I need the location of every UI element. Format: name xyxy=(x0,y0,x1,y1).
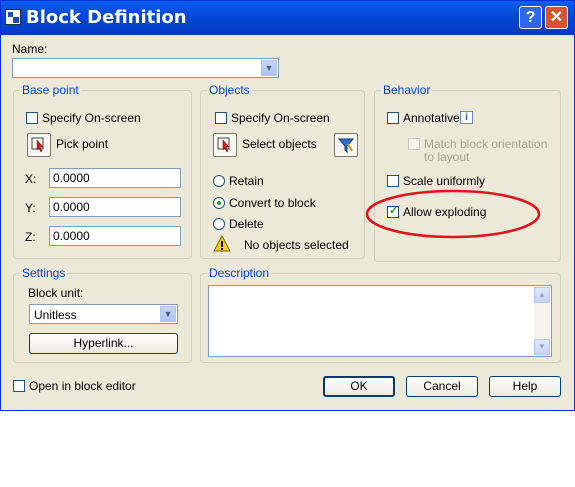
description-title: Description xyxy=(207,266,272,280)
base-specify-onscreen-label: Specify On-screen xyxy=(42,111,141,125)
warning-icon xyxy=(213,235,231,252)
pick-point-button[interactable] xyxy=(27,133,51,157)
chevron-down-icon[interactable]: ▼ xyxy=(160,306,176,322)
objects-status-text: No objects selected xyxy=(244,238,349,252)
info-icon[interactable]: i xyxy=(460,111,473,124)
ok-button[interactable]: OK xyxy=(323,376,395,397)
block-definition-dialog: Block Definition ? ✕ Name: ▼ Base point … xyxy=(0,0,575,411)
match-orientation-label-line2: to layout xyxy=(424,150,470,164)
block-unit-value: Unitless xyxy=(34,308,77,322)
retain-label: Retain xyxy=(229,174,264,188)
y-label: Y: xyxy=(25,201,36,215)
name-combobox[interactable]: ▼ xyxy=(12,58,279,78)
convert-to-block-label: Convert to block xyxy=(229,196,316,210)
title-help-button[interactable]: ? xyxy=(519,6,542,29)
pick-point-icon xyxy=(31,137,44,153)
block-unit-select[interactable]: Unitless ▼ xyxy=(29,304,178,324)
description-scrollbar[interactable]: ▲ ▼ xyxy=(534,287,550,355)
settings-title: Settings xyxy=(20,266,68,280)
help-button[interactable]: Help xyxy=(489,376,561,397)
scale-uniformly-label: Scale uniformly xyxy=(403,174,486,188)
description-textarea[interactable]: ▲ ▼ xyxy=(208,285,552,357)
window-title: Block Definition xyxy=(26,7,187,28)
open-in-block-editor-checkbox[interactable] xyxy=(13,380,25,392)
objects-title: Objects xyxy=(207,83,252,97)
description-group: Description ▲ ▼ xyxy=(200,266,561,363)
hyperlink-button[interactable]: Hyperlink... xyxy=(29,333,178,354)
settings-group: Settings Block unit: Unitless ▼ Hyperlin… xyxy=(13,266,192,363)
highlight-ellipse-annotation xyxy=(365,189,541,239)
title-bar[interactable]: Block Definition ? ✕ xyxy=(1,1,574,35)
radio-selected-dot xyxy=(217,201,221,205)
block-unit-label: Block unit: xyxy=(28,286,84,300)
base-point-title: Base point xyxy=(20,83,81,97)
x-input[interactable]: 0.0000 xyxy=(49,168,181,188)
x-label: X: xyxy=(25,172,37,186)
y-input[interactable]: 0.0000 xyxy=(49,197,181,217)
scroll-up-icon[interactable]: ▲ xyxy=(534,287,550,303)
pick-point-label: Pick point xyxy=(56,137,109,151)
base-point-group: Base point Specify On-screen Pick point … xyxy=(13,83,192,259)
base-specify-onscreen-checkbox[interactable] xyxy=(26,112,38,124)
behavior-title: Behavior xyxy=(381,83,433,97)
name-label: Name: xyxy=(12,42,48,56)
quick-select-button[interactable] xyxy=(334,133,358,157)
select-objects-label: Select objects xyxy=(242,137,317,151)
title-close-button[interactable]: ✕ xyxy=(545,6,568,29)
select-objects-button[interactable] xyxy=(213,133,237,157)
scroll-down-icon[interactable]: ▼ xyxy=(534,339,550,355)
scale-uniformly-checkbox[interactable] xyxy=(387,175,399,187)
cancel-button[interactable]: Cancel xyxy=(406,376,478,397)
z-label: Z: xyxy=(25,230,36,244)
annotative-checkbox[interactable] xyxy=(387,112,399,124)
quick-select-filter-icon xyxy=(337,138,355,154)
annotative-label: Annotative xyxy=(403,111,460,125)
z-input[interactable]: 0.0000 xyxy=(49,226,181,246)
objects-specify-onscreen-checkbox[interactable] xyxy=(215,112,227,124)
delete-radio[interactable] xyxy=(213,218,225,230)
match-orientation-label-line1: Match block orientation xyxy=(424,137,548,151)
convert-to-block-radio[interactable] xyxy=(213,197,225,209)
objects-specify-onscreen-label: Specify On-screen xyxy=(231,111,330,125)
retain-radio[interactable] xyxy=(213,175,225,187)
select-objects-icon xyxy=(217,137,230,153)
block-definition-app-icon xyxy=(5,9,21,25)
open-in-block-editor-label: Open in block editor xyxy=(29,379,136,393)
chevron-down-icon[interactable]: ▼ xyxy=(261,60,277,76)
delete-label: Delete xyxy=(229,217,264,231)
objects-group: Objects Specify On-screen Select objects… xyxy=(200,83,365,259)
match-orientation-checkbox[interactable] xyxy=(408,138,420,150)
